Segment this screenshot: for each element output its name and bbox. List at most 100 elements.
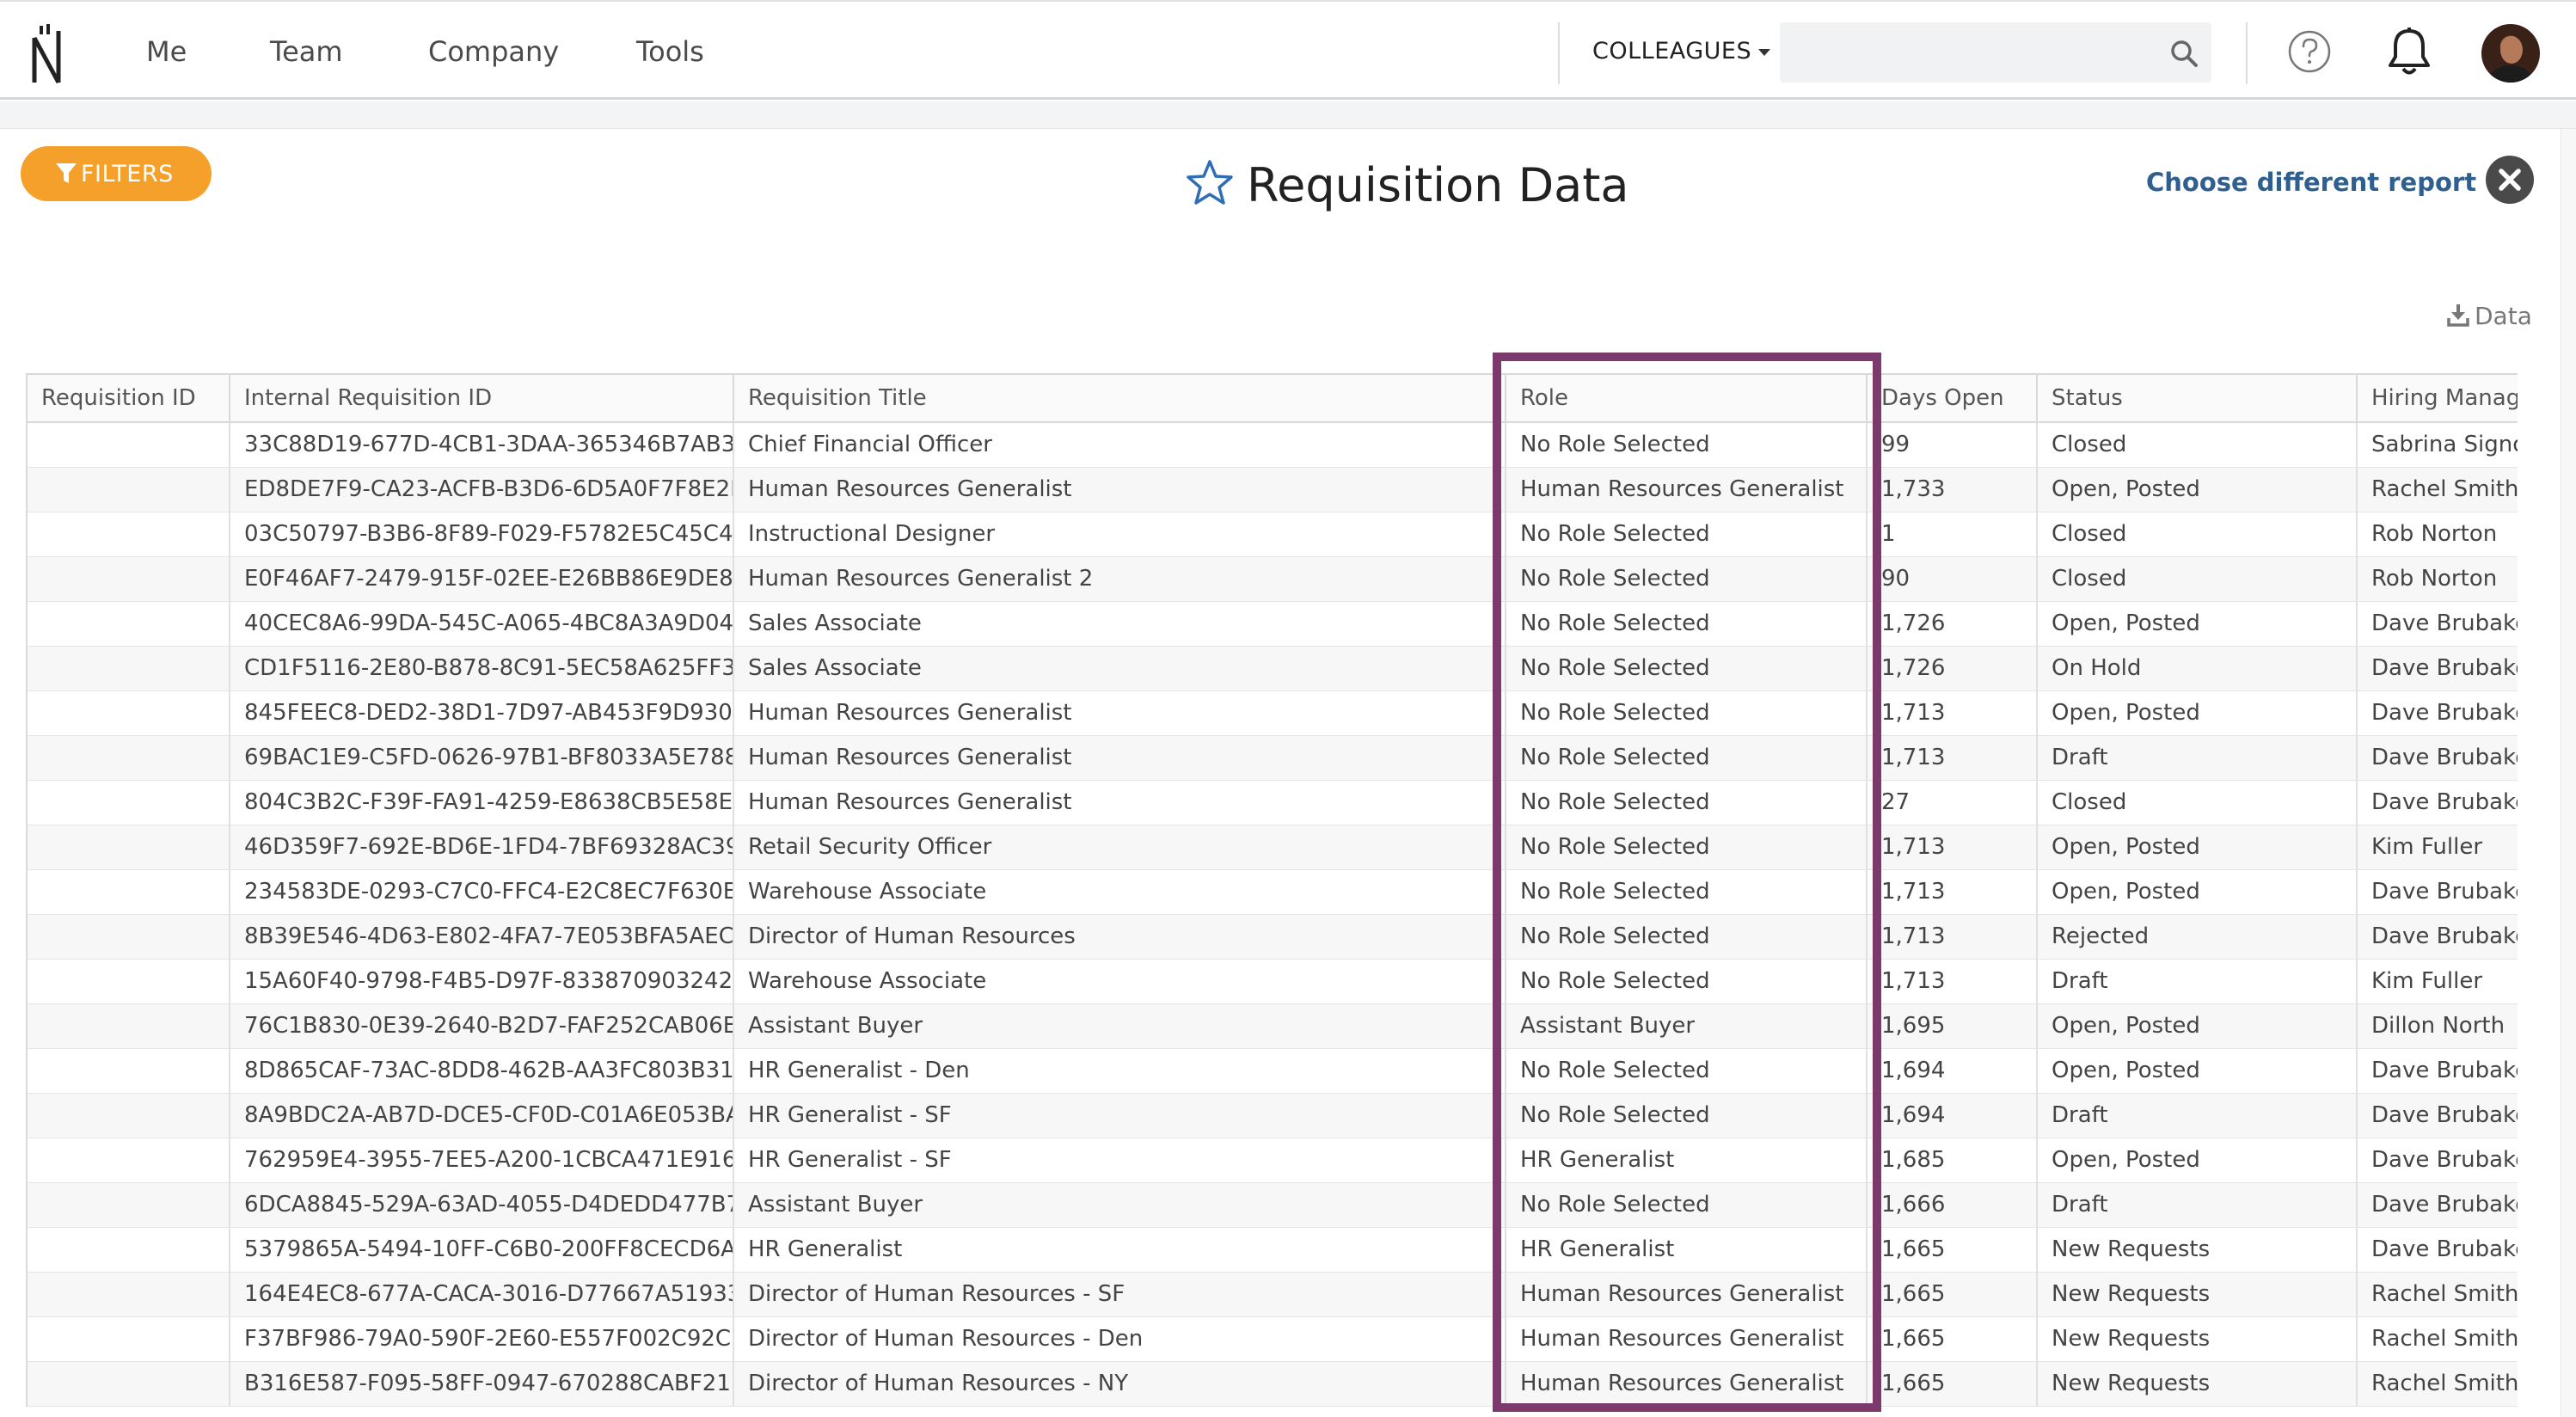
column-header-hiring-manager[interactable]: Hiring Manager — [2356, 373, 2518, 423]
avatar[interactable] — [2481, 24, 2540, 83]
download-label: Data — [2475, 302, 2532, 330]
table-row[interactable]: 804C3B2C-F39F-FA91-4259-E8638CB5E58E Huma… — [26, 780, 2518, 825]
nav-divider — [2246, 22, 2248, 84]
table-row[interactable]: B316E587-F095-58FF-0947-670288CABF21 Dire… — [26, 1361, 2518, 1407]
cell-requisition-id — [26, 1048, 230, 1094]
filters-button[interactable]: FILTERS — [21, 146, 212, 201]
cell-hiring-manager: Dave Brubaker — [2356, 735, 2518, 781]
column-header-status[interactable]: Status — [2036, 373, 2358, 423]
cell-requisition-id — [26, 825, 230, 870]
cell-hiring-manager: Rob Norton — [2356, 512, 2518, 557]
bell-icon[interactable] — [2385, 26, 2433, 77]
cell-requisition-id — [26, 1003, 230, 1049]
cell-internal-requisition-id: E0F46AF7-2479-915F-02EE-E26BB86E9DE8 — [229, 556, 733, 602]
help-icon[interactable] — [2287, 29, 2332, 74]
search-icon[interactable] — [2168, 38, 2199, 69]
cell-status: New Requests — [2036, 1316, 2357, 1362]
close-icon[interactable] — [2485, 155, 2535, 205]
cell-requisition-title: HR Generalist - Den — [733, 1048, 1506, 1094]
cell-hiring-manager: Kim Fuller — [2356, 825, 2518, 870]
nav-item-team[interactable]: Team — [270, 2, 343, 101]
cell-role: No Role Selected — [1505, 1182, 1867, 1228]
table-row[interactable]: 845FEEC8-DED2-38D1-7D97-AB453F9D9309 Huma… — [26, 690, 2518, 736]
cell-internal-requisition-id: CD1F5116-2E80-B878-8C91-5EC58A625FF3 — [229, 646, 733, 691]
star-icon[interactable] — [1185, 158, 1235, 208]
cell-requisition-id — [26, 512, 230, 557]
cell-requisition-id — [26, 959, 230, 1004]
cell-role: No Role Selected — [1505, 1048, 1867, 1094]
cell-internal-requisition-id: 33C88D19-677D-4CB1-3DAA-365346B7AB31 — [229, 422, 733, 468]
brand-logo-icon[interactable] — [28, 22, 67, 84]
cell-days-open: 1,665 — [1866, 1227, 2037, 1273]
nav-item-tools[interactable]: Tools — [636, 2, 704, 101]
cell-internal-requisition-id: 804C3B2C-F39F-FA91-4259-E8638CB5E58E — [229, 780, 733, 825]
column-header-days-open[interactable]: Days Open — [1866, 373, 2038, 423]
cell-requisition-id — [26, 1227, 230, 1273]
column-header-requisition-title[interactable]: Requisition Title — [733, 373, 1506, 423]
cell-requisition-title: HR Generalist — [733, 1227, 1506, 1273]
cell-status: Open, Posted — [2036, 1048, 2357, 1094]
column-header-role[interactable]: Role — [1505, 373, 1868, 423]
cell-status: Rejected — [2036, 914, 2357, 960]
cell-hiring-manager: Dillon North — [2356, 1003, 2518, 1049]
cell-requisition-title: Assistant Buyer — [733, 1003, 1506, 1049]
column-header-internal-requisition-id[interactable]: Internal Requisition ID — [229, 373, 734, 423]
cell-internal-requisition-id: B316E587-F095-58FF-0947-670288CABF21 — [229, 1361, 733, 1407]
table-row[interactable]: 164E4EC8-677A-CACA-3016-D77667A51933 Dire… — [26, 1272, 2518, 1317]
cell-status: Open, Posted — [2036, 825, 2357, 870]
table-row[interactable]: 76C1B830-0E39-2640-B2D7-FAF252CAB06E Assi… — [26, 1003, 2518, 1049]
search-input[interactable] — [1780, 22, 2150, 83]
cell-status: Closed — [2036, 780, 2357, 825]
cell-status: Open, Posted — [2036, 467, 2357, 512]
cell-internal-requisition-id: 164E4EC8-677A-CACA-3016-D77667A51933 — [229, 1272, 733, 1317]
table-row[interactable]: 5379865A-5494-10FF-C6B0-200FF8CECD6A HR G… — [26, 1227, 2518, 1273]
cell-internal-requisition-id: 8B39E546-4D63-E802-4FA7-7E053BFA5AEC — [229, 914, 733, 960]
cell-status: Open, Posted — [2036, 1003, 2357, 1049]
table-row[interactable]: 8A9BDC2A-AB7D-DCE5-CF0D-C01A6E053BA1 HR G… — [26, 1093, 2518, 1138]
cell-hiring-manager: Dave Brubaker — [2356, 690, 2518, 736]
filter-icon — [56, 163, 77, 183]
table-row[interactable]: 8B39E546-4D63-E802-4FA7-7E053BFA5AEC Dire… — [26, 914, 2518, 960]
cell-role: Human Resources Generalist — [1505, 467, 1867, 512]
table-row[interactable]: 8D865CAF-73AC-8DD8-462B-AA3FC803B31E HR G… — [26, 1048, 2518, 1094]
table-row[interactable]: 46D359F7-692E-BD6E-1FD4-7BF69328AC39 Reta… — [26, 825, 2518, 870]
colleagues-dropdown[interactable]: COLLEAGUES — [1592, 2, 1771, 101]
cell-hiring-manager: Kim Fuller — [2356, 959, 2518, 1004]
choose-report-dropdown[interactable]: Choose different report — [2146, 162, 2499, 203]
cell-internal-requisition-id: 15A60F40-9798-F4B5-D97F-833870903242 — [229, 959, 733, 1004]
table-row[interactable]: 69BAC1E9-C5FD-0626-97B1-BF8033A5E788 Huma… — [26, 735, 2518, 781]
cell-requisition-id — [26, 869, 230, 915]
requisition-table-container: Requisition ID Internal Requisition ID R… — [26, 373, 2518, 1417]
cell-internal-requisition-id: 69BAC1E9-C5FD-0626-97B1-BF8033A5E788 — [229, 735, 733, 781]
page-scrollbar[interactable] — [2561, 129, 2576, 1417]
table-row[interactable]: 762959E4-3955-7EE5-A200-1CBCA471E916 HR G… — [26, 1138, 2518, 1183]
table-row[interactable]: ED8DE7F9-CA23-ACFB-B3D6-6D5A0F7F8E2F Huma… — [26, 467, 2518, 512]
cell-days-open: 1,665 — [1866, 1316, 2037, 1362]
cell-hiring-manager: Rachel Smith — [2356, 1316, 2518, 1362]
column-header-requisition-id[interactable]: Requisition ID — [26, 373, 230, 423]
cell-role: No Role Selected — [1505, 735, 1867, 781]
cell-days-open: 27 — [1866, 780, 2037, 825]
nav-item-company[interactable]: Company — [428, 2, 559, 101]
table-row[interactable]: 40CEC8A6-99DA-545C-A065-4BC8A3A9D04B Sale… — [26, 601, 2518, 647]
cell-requisition-title: Human Resources Generalist 2 — [733, 556, 1506, 602]
cell-role: Human Resources Generalist — [1505, 1272, 1867, 1317]
cell-status: Draft — [2036, 1093, 2357, 1138]
cell-internal-requisition-id: F37BF986-79A0-590F-2E60-E557F002C92C — [229, 1316, 733, 1362]
table-row[interactable]: 33C88D19-677D-4CB1-3DAA-365346B7AB31 Chie… — [26, 422, 2518, 468]
nav-item-me[interactable]: Me — [146, 2, 187, 101]
table-row[interactable]: 03C50797-B3B6-8F89-F029-F5782E5C45C4 Inst… — [26, 512, 2518, 557]
choose-report-label: Choose different report — [2146, 168, 2477, 197]
cell-days-open: 1,733 — [1866, 467, 2037, 512]
download-icon — [2447, 304, 2469, 327]
cell-requisition-title: Retail Security Officer — [733, 825, 1506, 870]
table-row[interactable]: CD1F5116-2E80-B878-8C91-5EC58A625FF3 Sale… — [26, 646, 2518, 691]
download-data-link[interactable]: Data — [2447, 299, 2532, 334]
table-row[interactable]: F37BF986-79A0-590F-2E60-E557F002C92C Dire… — [26, 1316, 2518, 1362]
cell-days-open: 1,665 — [1866, 1361, 2037, 1407]
table-row[interactable]: E0F46AF7-2479-915F-02EE-E26BB86E9DE8 Huma… — [26, 556, 2518, 602]
table-row[interactable]: 15A60F40-9798-F4B5-D97F-833870903242 Ware… — [26, 959, 2518, 1004]
table-row[interactable]: 234583DE-0293-C7C0-FFC4-E2C8EC7F630E Ware… — [26, 869, 2518, 915]
cell-requisition-title: Human Resources Generalist — [733, 467, 1506, 512]
table-row[interactable]: 6DCA8845-529A-63AD-4055-D4DEDD477B7C Assi… — [26, 1182, 2518, 1228]
